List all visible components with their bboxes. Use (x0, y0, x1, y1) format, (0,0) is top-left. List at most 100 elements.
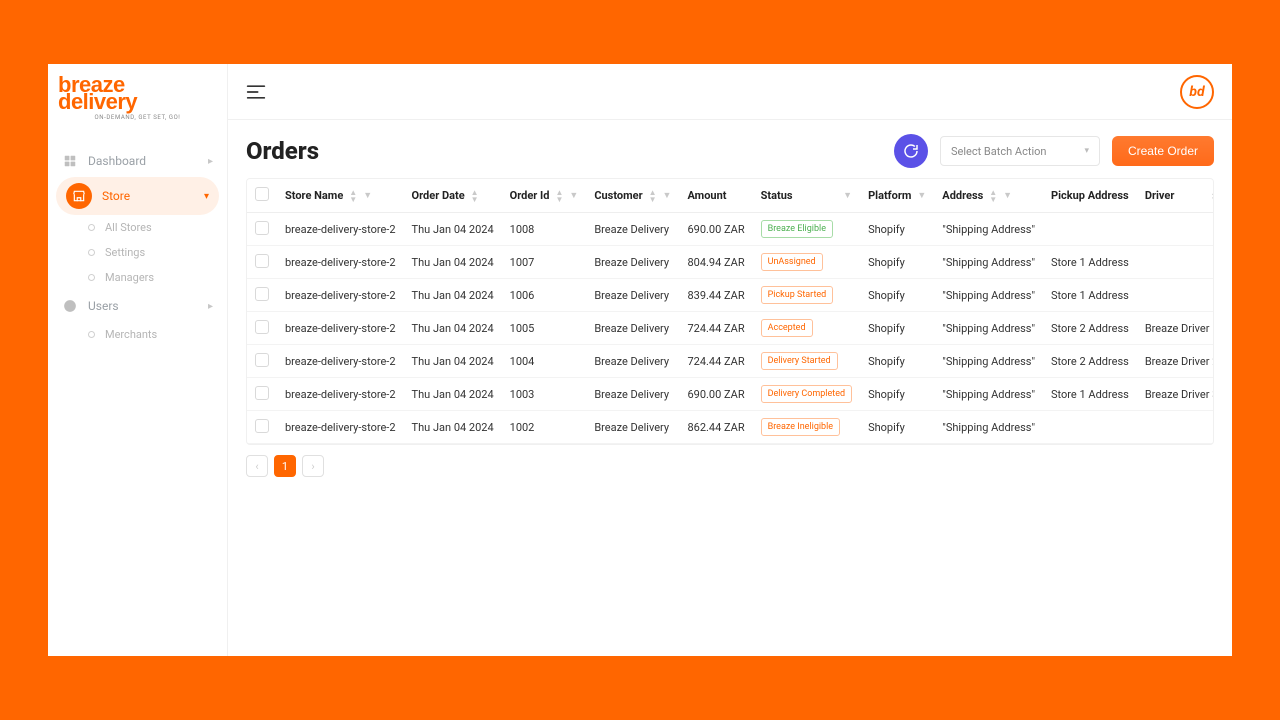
brand-tagline: ON-DEMAND, GET SET, GO! (58, 114, 217, 121)
cell-driver: Breaze Driver 1 (1137, 312, 1214, 345)
cell-platform: Shopify (860, 411, 934, 444)
select-all-checkbox[interactable] (255, 187, 269, 201)
sidebar: breaze delivery ON-DEMAND, GET SET, GO! … (48, 64, 228, 656)
filter-icon[interactable]: ▼ (843, 190, 852, 201)
col-platform: Platform▼ (860, 179, 934, 213)
page-next-button[interactable]: › (302, 455, 324, 477)
row-checkbox[interactable] (255, 353, 269, 367)
col-driver: Driver▲▼ (1137, 179, 1214, 213)
filter-icon[interactable]: ▼ (363, 190, 372, 201)
cell-address: "Shipping Address" (934, 312, 1043, 345)
sidebar-sub-merchants[interactable]: Merchants (48, 322, 227, 347)
col-store: Store Name▲▼▼ (277, 179, 404, 213)
cell-driver: Breaze Driver 2 (1137, 345, 1214, 378)
cell-store: breaze-delivery-store-2 (277, 213, 404, 246)
filter-icon[interactable]: ▼ (663, 190, 672, 201)
main: bd Orders Select Batch Action ▾ Create O… (228, 64, 1232, 656)
cell-driver (1137, 246, 1214, 279)
sort-icon[interactable]: ▲▼ (471, 189, 479, 203)
col-status: Status▼ (753, 179, 860, 213)
batch-action-label: Select Batch Action (951, 145, 1047, 158)
cell-id: 1004 (502, 345, 587, 378)
filter-icon[interactable]: ▼ (569, 190, 578, 201)
col-amount: Amount (679, 179, 752, 213)
cell-address: "Shipping Address" (934, 279, 1043, 312)
row-checkbox[interactable] (255, 254, 269, 268)
cell-driver (1137, 411, 1214, 444)
header-actions: Select Batch Action ▾ Create Order (894, 134, 1214, 168)
sidebar-nav: Dashboard ▸ Store ▾ All Stores Settings … (48, 145, 227, 347)
cell-amount: 690.00 ZAR (679, 213, 752, 246)
sort-icon[interactable]: ▲▼ (649, 189, 657, 203)
page-header: Orders Select Batch Action ▾ Create Orde… (246, 134, 1214, 168)
cell-id: 1006 (502, 279, 587, 312)
sidebar-item-dashboard[interactable]: Dashboard ▸ (48, 145, 227, 177)
cell-address: "Shipping Address" (934, 246, 1043, 279)
chevron-right-icon: ▸ (208, 301, 213, 312)
cell-platform: Shopify (860, 246, 934, 279)
row-checkbox[interactable] (255, 221, 269, 235)
cell-store: breaze-delivery-store-2 (277, 312, 404, 345)
info-icon (62, 298, 78, 314)
sidebar-sub-settings[interactable]: Settings (48, 240, 227, 265)
refresh-button[interactable] (894, 134, 928, 168)
cell-id: 1008 (502, 213, 587, 246)
pagination: ‹ 1 › (246, 455, 1214, 477)
cell-date: Thu Jan 04 2024 (404, 246, 502, 279)
cell-pickup: Store 2 Address (1043, 345, 1137, 378)
cell-customer: Breaze Delivery (586, 246, 679, 279)
row-checkbox[interactable] (255, 419, 269, 433)
sort-icon[interactable]: ▲▼ (989, 189, 997, 203)
row-checkbox[interactable] (255, 320, 269, 334)
brand-badge[interactable]: bd (1180, 75, 1214, 109)
cell-customer: Breaze Delivery (586, 378, 679, 411)
cell-platform: Shopify (860, 345, 934, 378)
sort-icon[interactable]: ▲▼ (555, 189, 563, 203)
cell-pickup (1043, 213, 1137, 246)
cell-pickup: Store 1 Address (1043, 378, 1137, 411)
cell-amount: 839.44 ZAR (679, 279, 752, 312)
cell-platform: Shopify (860, 312, 934, 345)
cell-store: breaze-delivery-store-2 (277, 411, 404, 444)
cell-driver: Breaze Driver 3 (1137, 378, 1214, 411)
filter-icon[interactable]: ▼ (917, 190, 926, 201)
page-prev-button[interactable]: ‹ (246, 455, 268, 477)
sidebar-item-label: Dashboard (88, 154, 146, 168)
sidebar-sub-all-stores[interactable]: All Stores (48, 215, 227, 240)
sort-icon[interactable]: ▲▼ (1210, 189, 1214, 203)
cell-amount: 724.44 ZAR (679, 312, 752, 345)
chevron-down-icon: ▾ (204, 191, 209, 202)
cell-status: Delivery Completed (753, 378, 860, 411)
sidebar-item-store[interactable]: Store ▾ (56, 177, 219, 215)
cell-status: Delivery Started (753, 345, 860, 378)
cell-platform: Shopify (860, 279, 934, 312)
cell-date: Thu Jan 04 2024 (404, 411, 502, 444)
brand-logo: breaze delivery ON-DEMAND, GET SET, GO! (48, 64, 227, 127)
orders-table-wrap: Store Name▲▼▼ Order Date▲▼ Order Id▲▼▼ C… (246, 178, 1214, 445)
row-checkbox[interactable] (255, 287, 269, 301)
cell-customer: Breaze Delivery (586, 213, 679, 246)
page-number-button[interactable]: 1 (274, 455, 296, 477)
cell-pickup: Store 2 Address (1043, 312, 1137, 345)
cell-status: Breaze Ineligible (753, 411, 860, 444)
batch-action-select[interactable]: Select Batch Action ▾ (940, 136, 1100, 166)
cell-status: Pickup Started (753, 279, 860, 312)
cell-address: "Shipping Address" (934, 378, 1043, 411)
cell-driver (1137, 279, 1214, 312)
cell-store: breaze-delivery-store-2 (277, 345, 404, 378)
cell-id: 1002 (502, 411, 587, 444)
brand-line2: delivery (58, 93, 217, 110)
menu-toggle-icon[interactable] (246, 84, 266, 100)
table-row: breaze-delivery-store-2Thu Jan 04 202410… (247, 246, 1214, 279)
table-row: breaze-delivery-store-2Thu Jan 04 202410… (247, 312, 1214, 345)
store-icon (66, 183, 92, 209)
orders-table: Store Name▲▼▼ Order Date▲▼ Order Id▲▼▼ C… (247, 179, 1214, 444)
sidebar-sub-managers[interactable]: Managers (48, 265, 227, 290)
create-order-button[interactable]: Create Order (1112, 136, 1214, 166)
sort-icon[interactable]: ▲▼ (349, 189, 357, 203)
row-checkbox[interactable] (255, 386, 269, 400)
cell-id: 1007 (502, 246, 587, 279)
filter-icon[interactable]: ▼ (1003, 190, 1012, 201)
cell-id: 1005 (502, 312, 587, 345)
sidebar-item-users[interactable]: Users ▸ (48, 290, 227, 322)
